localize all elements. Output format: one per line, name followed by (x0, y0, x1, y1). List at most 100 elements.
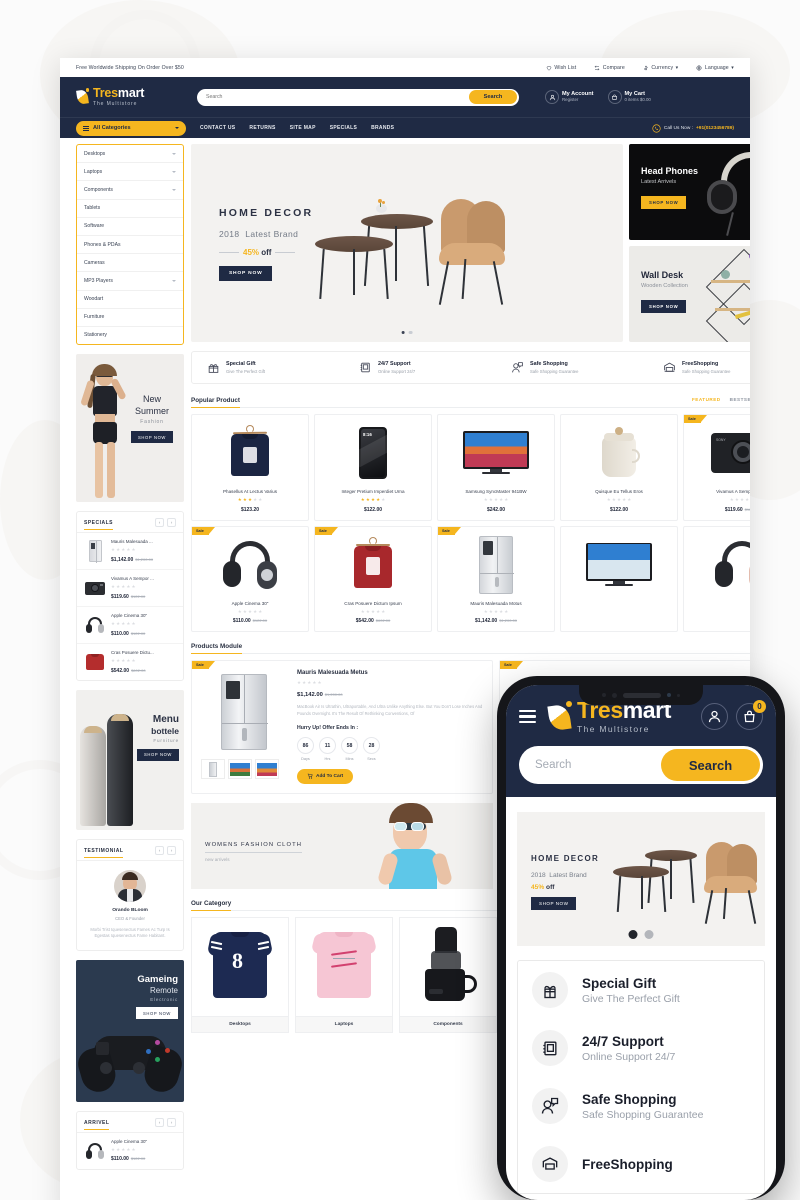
specials-widget: SPECIALS ‹ › Mauris Malesuada ... ★ ★ ★ … (76, 511, 184, 682)
arrival-next-button[interactable]: › (167, 1117, 176, 1127)
camera-dot-icon (602, 693, 606, 697)
all-categories-button[interactable]: All Categories (76, 120, 186, 136)
sidebar-item-stationery[interactable]: Stationery (77, 327, 183, 344)
gaming-line2: Remote (149, 985, 178, 995)
nav-item-brands[interactable]: BRANDS (371, 125, 394, 131)
testimonial-next-button[interactable]: › (167, 846, 176, 856)
list-item[interactable]: Apple Cinema 30" ★ ★ ★ ★ ★ $110.00 $122.00 (77, 1133, 183, 1169)
wall-desk-promo-banner[interactable]: Wall Desk Wooden Collection SHOP NOW (629, 246, 750, 342)
mobile-service-free-shipping: FreeShopping (518, 1135, 764, 1193)
arrival-prev-button[interactable]: ‹ (155, 1117, 164, 1127)
product-card[interactable]: Quisque Eu Tellus Eros ★ ★ ★ ★ ★ $122.00 (560, 414, 678, 521)
hero-shop-now-button[interactable]: SHOP NOW (219, 266, 273, 281)
summer-shop-now-button[interactable]: SHOP NOW (131, 431, 173, 444)
product-price: $110.00 $122.00 (111, 630, 146, 637)
hero-pagination-dots[interactable] (401, 330, 413, 334)
product-card[interactable] (560, 525, 678, 633)
mobile-search-bar[interactable]: Search Search (519, 746, 763, 784)
list-item[interactable]: Apple Cinema 30" ★ ★ ★ ★ ★ $110.00 $122.00 (77, 607, 183, 645)
gaming-remote-banner[interactable]: Gameing Remote Electronic SHOP NOW (76, 959, 184, 1102)
category-label: Furniture (84, 314, 105, 321)
search-bar[interactable]: Search (197, 88, 519, 106)
module-product-card[interactable]: Sale (191, 660, 493, 795)
sidebar-item-tablets[interactable]: Tablets (77, 200, 183, 218)
mobile-hero-slider[interactable]: HOME DECOR 2018 Latest Brand 45% off SHO… (517, 812, 765, 946)
headphones-shop-now-button[interactable]: SHOP NOW (641, 196, 687, 209)
sidebar-item-software[interactable]: Software (77, 218, 183, 236)
summer-fashion-banner[interactable]: New Summer Fashion SHOP NOW (76, 354, 184, 503)
add-to-cart-button[interactable]: Add To Cart (297, 768, 354, 784)
hero-slider[interactable]: HOME DECOR 2018 Latest Brand 45% off SHO… (191, 144, 623, 342)
product-card[interactable]: Sale SONY Vivamus A Sempor Tortor ★★★★★ … (683, 414, 750, 521)
my-account-widget[interactable]: My Account Register (545, 90, 594, 104)
product-card[interactable]: Samsung SyncMaster 941BW ★ ★ ★ ★ ★ $242.00 (437, 414, 555, 521)
mobile-menu-icon[interactable] (519, 709, 536, 724)
headphones-promo-banner[interactable]: Head Phones Latest Arrivels SHOP NOW (629, 144, 750, 240)
sidebar-item-woodart[interactable]: Woodart (77, 291, 183, 309)
wishlist-link[interactable]: Wish List (546, 65, 576, 71)
currency-link[interactable]: Currency ▾ (643, 65, 679, 71)
category-card[interactable]: Laptops (295, 917, 393, 1034)
module-product-title: Mauris Malesuada Metus (297, 670, 368, 677)
mobile-cart-button[interactable]: 0 (736, 700, 766, 730)
menu-bottele-banner[interactable]: Menu bottele Furniture SHOP NOW (76, 690, 184, 831)
search-input[interactable] (206, 94, 469, 100)
mobile-account-button[interactable] (701, 703, 728, 730)
promo-subtitle: Latest Arrivels (641, 179, 677, 185)
heart-icon (546, 65, 552, 71)
product-card[interactable]: 8:16 Integer Pretium Imperdiet Urna ★ ★ ★ ★… (314, 414, 432, 521)
nav-item-contact-us[interactable]: CONTACT US (200, 125, 235, 131)
rating-stars: ★★★★★ (111, 547, 136, 553)
sidebar-item-furniture[interactable]: Furniture (77, 309, 183, 327)
category-label: Stationery (84, 332, 107, 339)
sidebar-item-laptops[interactable]: Laptops (77, 163, 183, 182)
menu-shop-now-button[interactable]: SHOP NOW (137, 748, 179, 761)
category-card[interactable]: 8 Desktops (191, 917, 289, 1034)
list-item[interactable]: Vivamus A Sempor ... ★ ★ ★ ★ ★ $119.60 $122.0… (77, 570, 183, 608)
specials-next-button[interactable]: › (167, 518, 176, 528)
wall-desk-shop-now-button[interactable]: SHOP NOW (641, 300, 687, 313)
compare-link[interactable]: Compare (594, 65, 625, 71)
product-card[interactable] (683, 525, 750, 633)
product-name: Quisque Eu Tellus Eros (595, 489, 643, 494)
testimonial-prev-button[interactable]: ‹ (155, 846, 164, 856)
search-button[interactable]: Search (469, 90, 517, 104)
sidebar-item-desktops[interactable]: Desktops (77, 145, 183, 164)
service-free-shipping: FreeShopping Safe Shopping Guarantee (648, 361, 750, 374)
category-label: Laptops (84, 168, 103, 175)
list-item[interactable]: Mauris Malesuada ... ★ ★ ★ ★ ★ $1,142.00 $1,2… (77, 533, 183, 571)
account-title: My Account (562, 90, 594, 97)
thumbnail[interactable] (201, 759, 225, 780)
product-card[interactable]: Phasellus At Lectus Varius ★ ★ ★ ★ ★ $123.20 (191, 414, 309, 521)
specials-prev-button[interactable]: ‹ (155, 518, 164, 528)
nav-item-returns[interactable]: RETURNS (249, 125, 275, 131)
product-card[interactable]: Sale Apple Cinema 30" ★ ★ ★ ★ ★ $110.00 $122.… (191, 525, 309, 633)
thumbnail[interactable] (228, 759, 252, 780)
sale-badge: Sale (192, 526, 215, 535)
mobile-search-button[interactable]: Search (661, 749, 760, 781)
nav-item-site-map[interactable]: SITE MAP (290, 125, 316, 131)
testimonial-header: TESTIMONIAL ‹ › (77, 840, 183, 862)
tab-bestseller[interactable]: BESTSELLER (730, 397, 750, 402)
mobile-pagination-dots[interactable] (628, 930, 654, 939)
product-name: Samsung SyncMaster 941BW (465, 489, 527, 494)
tab-featured[interactable]: FEATURED (692, 397, 721, 402)
product-card[interactable]: Sale Mauris Malesuada Motus ★ ★ ★ ★ ★ $1,142… (437, 525, 555, 633)
language-link[interactable]: Language ▾ (696, 65, 734, 71)
product-price: $542.00 $602.00 (355, 618, 391, 625)
mobile-hero-shop-now-button[interactable]: SHOP NOW (531, 897, 577, 910)
site-logo[interactable]: Tresmart The Multistore (76, 87, 188, 107)
sidebar-item-mp3-players[interactable]: MP3 Players (77, 272, 183, 291)
headphone-illustration (705, 150, 750, 238)
sidebar-item-components[interactable]: Components (77, 181, 183, 200)
womens-fashion-banner[interactable]: WOMENS FASHION CLOTH new arrivels (191, 803, 493, 890)
sidebar-item-cameras[interactable]: Cameras (77, 254, 183, 273)
thumbnail[interactable] (255, 759, 279, 780)
gaming-shop-now-button[interactable]: SHOP NOW (136, 1007, 178, 1020)
nav-item-specials[interactable]: SPECIALS (330, 125, 357, 131)
category-card[interactable]: Components (399, 917, 497, 1034)
product-card[interactable]: Sale Cras Posuere Dictum Ipsum ★ ★ ★ ★ ★ $54… (314, 525, 432, 633)
sidebar-item-phones-pdas[interactable]: Phones & PDAs (77, 236, 183, 255)
list-item[interactable]: Cras Posuere Dictu... ★ ★ ★ ★ ★ $542.00 $602.… (77, 644, 183, 680)
my-cart-widget[interactable]: My Cart 0 items $0.00 (607, 90, 651, 104)
